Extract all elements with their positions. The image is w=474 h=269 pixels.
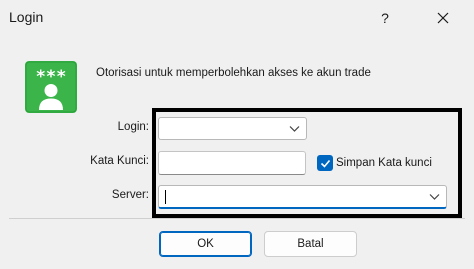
chevron-down-icon[interactable] bbox=[288, 122, 301, 135]
server-combobox[interactable] bbox=[158, 185, 447, 209]
window-title: Login bbox=[9, 9, 44, 25]
close-icon bbox=[437, 12, 449, 24]
help-button[interactable]: ? bbox=[362, 0, 408, 36]
description-text: Otorisasi untuk memperbolehkan akses ke … bbox=[96, 67, 371, 79]
divider bbox=[9, 218, 465, 219]
user-password-icon: *** bbox=[25, 61, 77, 113]
ok-button[interactable]: OK bbox=[159, 231, 252, 257]
checkmark-icon bbox=[320, 159, 330, 168]
save-password-checkbox[interactable]: Simpan Kata kunci bbox=[317, 154, 432, 172]
title-bar: Login ? bbox=[0, 0, 474, 36]
chevron-down-icon[interactable] bbox=[428, 190, 441, 203]
login-label: Login: bbox=[117, 121, 149, 133]
password-field[interactable] bbox=[158, 151, 306, 175]
text-caret bbox=[165, 190, 166, 204]
cancel-button[interactable]: Batal bbox=[264, 231, 357, 257]
checkbox-box[interactable] bbox=[317, 155, 333, 171]
close-button[interactable] bbox=[420, 0, 466, 36]
login-combobox[interactable] bbox=[158, 117, 307, 140]
server-label: Server: bbox=[111, 189, 149, 201]
save-password-label[interactable]: Simpan Kata kunci bbox=[336, 157, 432, 169]
password-label: Kata Kunci: bbox=[90, 155, 149, 167]
